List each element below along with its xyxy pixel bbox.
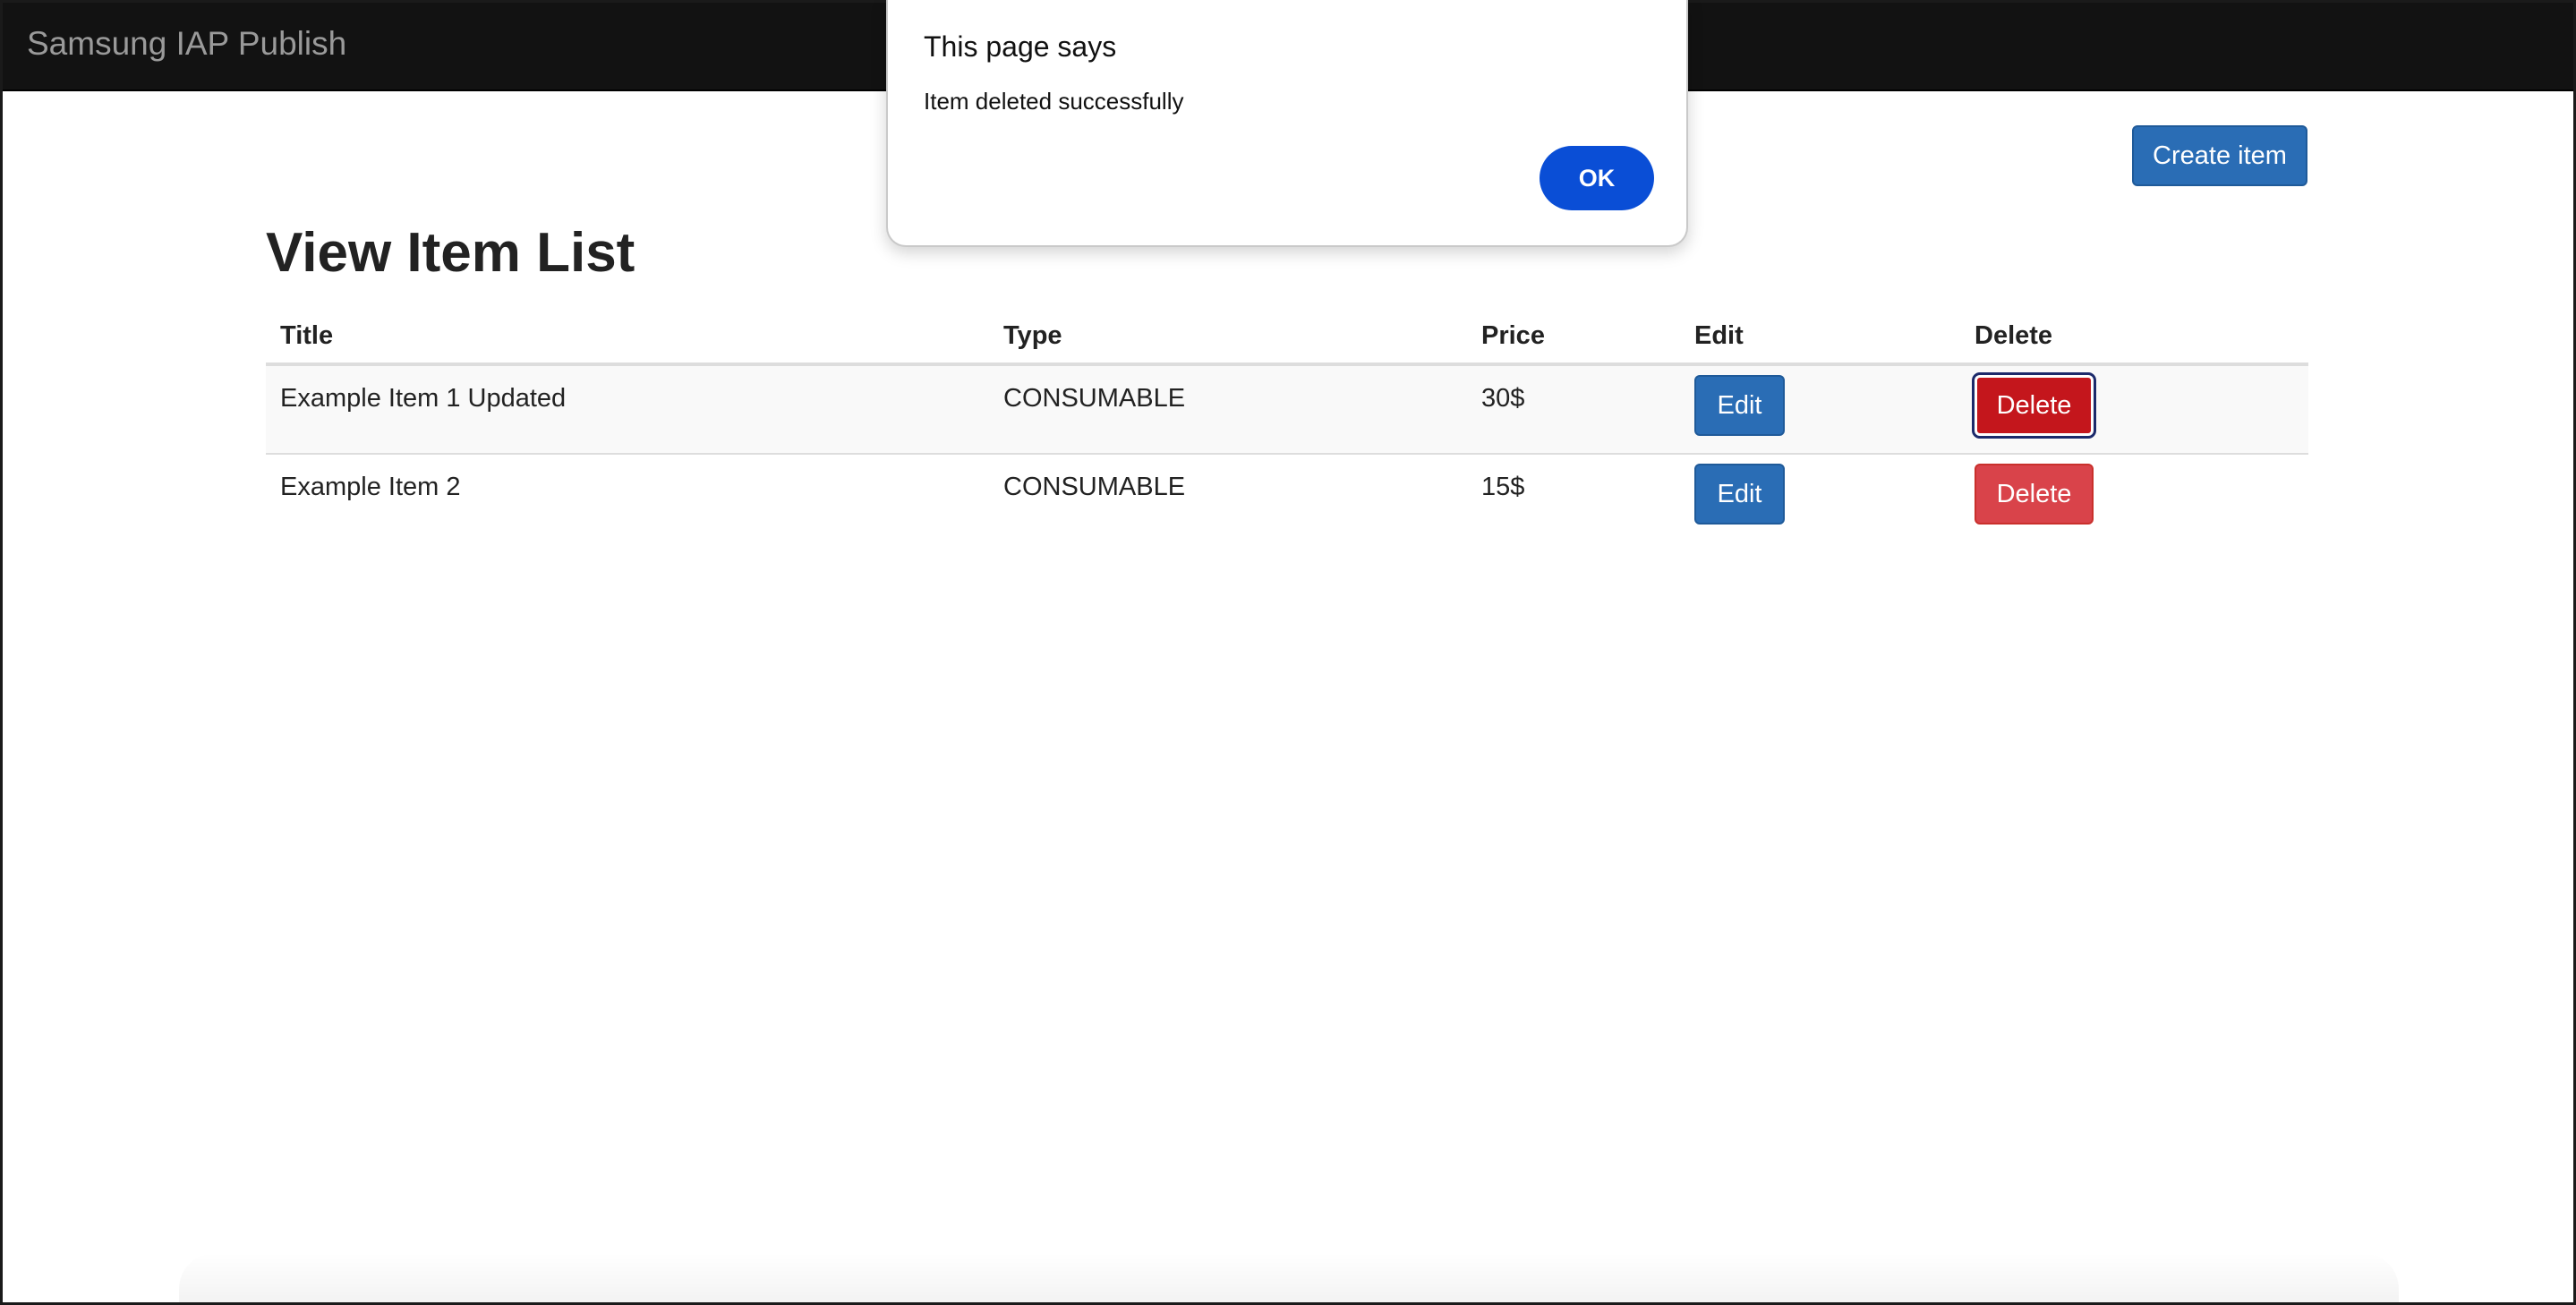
edit-button[interactable]: Edit bbox=[1694, 464, 1785, 525]
column-header-type: Type bbox=[989, 309, 1467, 366]
delete-button[interactable]: Delete bbox=[1975, 464, 2094, 525]
cell-type: CONSUMABLE bbox=[1003, 473, 1186, 501]
column-header-price: Price bbox=[1467, 309, 1680, 366]
column-header-edit: Edit bbox=[1680, 309, 1960, 366]
column-header-delete: Delete bbox=[1960, 309, 2308, 366]
page-title: View Item List bbox=[266, 222, 635, 284]
cell-delete: Delete bbox=[1960, 454, 2308, 543]
dialog-message: Item deleted successfully bbox=[924, 88, 1184, 115]
create-item-button[interactable]: Create item bbox=[2132, 125, 2307, 186]
cell-edit: Edit bbox=[1680, 454, 1960, 543]
edit-button[interactable]: Edit bbox=[1694, 375, 1785, 436]
items-table: Title Type Price Edit Delete Example Ite… bbox=[266, 309, 2308, 543]
delete-button[interactable]: Delete bbox=[1972, 372, 2096, 439]
column-header-title: Title bbox=[266, 309, 989, 366]
cell-type: CONSUMABLE bbox=[989, 364, 1467, 455]
dialog-title: This page says bbox=[924, 30, 1117, 63]
brand-link[interactable]: Samsung IAP Publish bbox=[27, 21, 346, 66]
cell-title: Example Item 2 bbox=[280, 473, 461, 501]
cell-title: Example Item 1 Updated bbox=[266, 364, 989, 455]
cell-delete: Delete bbox=[1960, 364, 2308, 455]
table-header-row: Title Type Price Edit Delete bbox=[266, 309, 2308, 366]
table-row: Example Item 1 Updated CONSUMABLE 30$ Ed… bbox=[266, 364, 2308, 455]
cell-edit: Edit bbox=[1680, 364, 1960, 455]
alert-dialog: This page says Item deleted successfully… bbox=[886, 0, 1688, 247]
cell-price: 30$ bbox=[1467, 364, 1680, 455]
cell-price: 15$ bbox=[1481, 473, 1525, 501]
table-row: Example Item 2 CONSUMABLE 15$ Edit Delet… bbox=[266, 454, 2308, 543]
ok-button[interactable]: OK bbox=[1540, 146, 1654, 210]
bottom-shadow bbox=[179, 1253, 2399, 1305]
